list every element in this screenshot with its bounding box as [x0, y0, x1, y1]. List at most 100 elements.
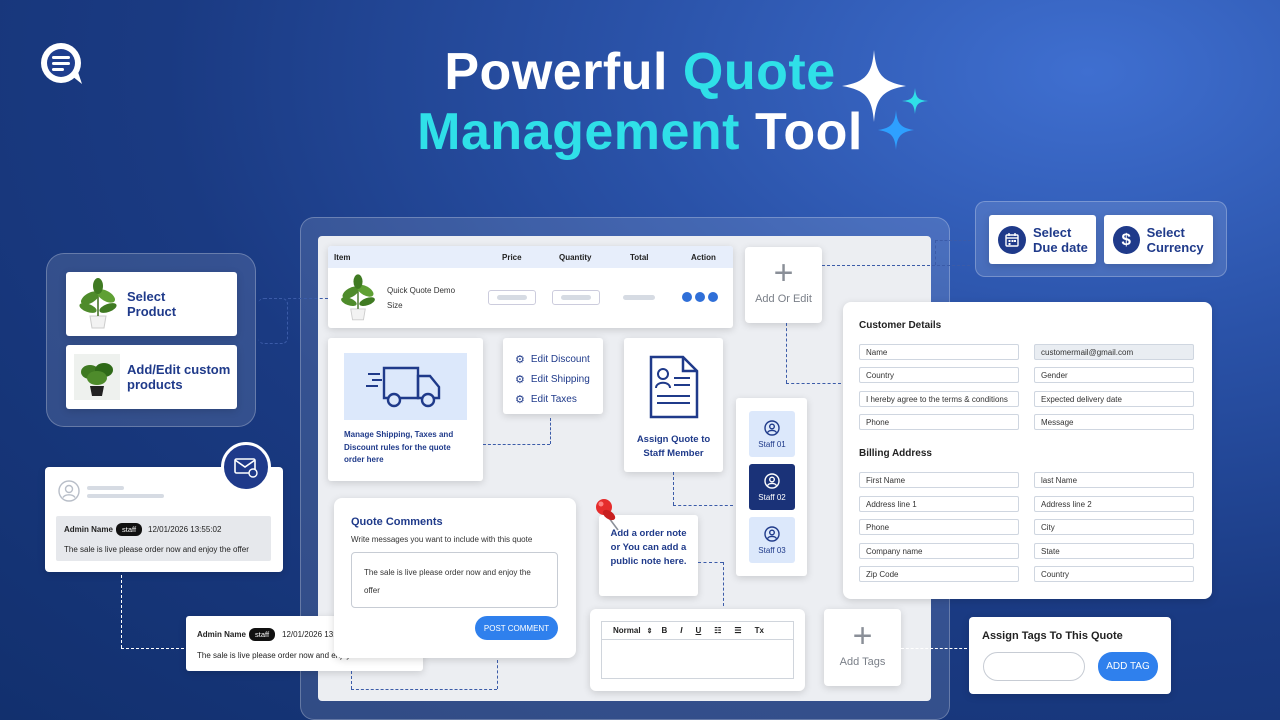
add-or-edit-label: Add Or Edit: [755, 293, 812, 305]
style-dropdown[interactable]: Normal: [613, 626, 641, 635]
connector-line: [550, 418, 551, 444]
name-field[interactable]: Name: [859, 344, 1019, 360]
add-tags-label: Add Tags: [839, 656, 886, 668]
comment-timestamp: 12/01/2026 13:55:02: [148, 525, 222, 534]
edit-discount-item[interactable]: ⚙ Edit Discount: [515, 349, 603, 369]
connector-line: [935, 240, 936, 265]
country-field[interactable]: Country: [859, 367, 1019, 383]
quote-comments-card: Quote Comments Write messages you want t…: [334, 498, 576, 658]
select-currency-button[interactable]: $ Select Currency: [1104, 215, 1213, 264]
truck-illustration: [344, 353, 467, 420]
phone-field[interactable]: Phone: [859, 414, 1019, 430]
edit-rules-menu: ⚙ Edit Discount ⚙ Edit Shipping ⚙ Edit Taxe…: [503, 338, 603, 414]
billing-country-field[interactable]: Country: [1034, 566, 1194, 582]
terms-field[interactable]: I hereby agree to the terms & conditions: [859, 391, 1019, 407]
gear-icon: ⚙: [515, 393, 525, 406]
assign-quote-card[interactable]: Assign Quote to Staff Member: [624, 338, 723, 472]
comment-entry: Admin Name staff 12/01/2026 13:55:02 The…: [56, 516, 271, 561]
mail-notification-icon: [221, 442, 271, 492]
title-line-2: Management Tool: [417, 103, 863, 161]
underline-button[interactable]: U: [695, 626, 701, 635]
delete-icon[interactable]: [708, 292, 718, 302]
custom-products-card[interactable]: Add/Edit custom products: [66, 345, 237, 409]
first-name-field[interactable]: First Name: [859, 472, 1019, 488]
connector-line: [351, 671, 352, 689]
editor-body[interactable]: [601, 639, 794, 679]
plant-icon: [79, 278, 117, 329]
user-icon: [764, 525, 780, 542]
plant-icon: [341, 274, 375, 321]
post-comment-button[interactable]: POST COMMENT: [475, 616, 558, 640]
italic-button[interactable]: I: [680, 626, 682, 635]
connector-line: [121, 648, 184, 649]
last-name-field[interactable]: last Name: [1034, 472, 1194, 488]
col-item: Item: [334, 253, 351, 262]
due-date-label: Select Due date: [1033, 224, 1088, 255]
city-field[interactable]: City: [1034, 519, 1194, 535]
add-or-edit-button[interactable]: + Add Or Edit: [745, 247, 822, 323]
billing-phone-field[interactable]: Phone: [859, 519, 1019, 535]
ordered-list-button[interactable]: ☷: [714, 626, 721, 635]
gender-field[interactable]: Gender: [1034, 367, 1194, 383]
plus-icon: +: [852, 617, 873, 655]
view-icon[interactable]: [695, 292, 705, 302]
company-name-field[interactable]: Company name: [859, 543, 1019, 559]
title-line-1: Powerful Quote: [444, 43, 836, 101]
connector-line: [483, 444, 550, 445]
address-line-1-field[interactable]: Address line 1: [859, 496, 1019, 512]
connector-line: [673, 505, 733, 506]
staff-item-01[interactable]: Staff 01: [749, 411, 795, 457]
rich-text-editor: Normal ⇕ B I U ☷ ☰ Tx: [590, 609, 805, 691]
quantity-input[interactable]: [552, 290, 600, 305]
pushpin-icon: [596, 499, 619, 531]
bold-button[interactable]: B: [661, 626, 667, 635]
edit-taxes-item[interactable]: ⚙ Edit Taxes: [515, 389, 603, 409]
admin-name: Admin Name: [64, 525, 113, 534]
state-field[interactable]: State: [1034, 543, 1194, 559]
add-tag-button[interactable]: ADD TAG: [1098, 652, 1158, 681]
total-value: [623, 295, 655, 300]
address-line-2-field[interactable]: Address line 2: [1034, 496, 1194, 512]
staff-item-03[interactable]: Staff 03: [749, 517, 795, 563]
quote-comments-hint: Write messages you want to include with …: [351, 535, 533, 544]
user-icon: [764, 472, 780, 489]
dollar-icon: $: [1113, 225, 1140, 254]
page-title: Powerful Quote Management Tool: [0, 42, 1280, 162]
user-icon: [764, 419, 780, 436]
col-price: Price: [502, 253, 522, 262]
clear-format-button[interactable]: Tx: [755, 626, 764, 635]
zip-code-field[interactable]: Zip Code: [859, 566, 1019, 582]
price-input[interactable]: [488, 290, 536, 305]
tag-input[interactable]: [983, 652, 1085, 681]
edit-shipping-item[interactable]: ⚙ Edit Shipping: [515, 369, 603, 389]
sparkle-icon: [842, 50, 928, 150]
comment-textarea[interactable]: The sale is live please order now and en…: [351, 552, 558, 608]
edit-icon[interactable]: [682, 292, 692, 302]
connector-line: [121, 575, 122, 648]
staff-badge: staff: [116, 523, 143, 536]
email-field[interactable]: customermail@gmail.com: [1034, 344, 1194, 360]
plant-thumbnail: [74, 354, 120, 400]
col-total: Total: [630, 253, 649, 262]
plus-icon: +: [773, 254, 794, 292]
calendar-icon: [998, 225, 1026, 254]
connector-line: [258, 298, 288, 344]
connector-line: [901, 648, 967, 649]
bullet-list-button[interactable]: ☰: [734, 626, 741, 635]
connector-line: [935, 240, 971, 241]
connector-line: [786, 383, 841, 384]
message-field[interactable]: Message: [1034, 414, 1194, 430]
assign-tags-title: Assign Tags To This Quote: [982, 630, 1123, 642]
select-due-date-button[interactable]: Select Due date: [989, 215, 1096, 264]
select-product-card[interactable]: Select Product: [66, 272, 237, 336]
placeholder-line: [87, 494, 164, 498]
staff-item-02[interactable]: Staff 02: [749, 464, 795, 510]
assign-tags-card: Assign Tags To This Quote ADD TAG: [969, 617, 1171, 694]
connector-line: [351, 689, 497, 690]
delivery-date-field[interactable]: Expected delivery date: [1034, 391, 1194, 407]
currency-label: Select Currency: [1146, 224, 1204, 255]
add-tags-button[interactable]: + Add Tags: [824, 609, 901, 686]
chevron-updown-icon[interactable]: ⇕: [647, 627, 653, 635]
avatar-icon: [58, 480, 80, 502]
assign-quote-label: Assign Quote to Staff Member: [636, 434, 711, 459]
